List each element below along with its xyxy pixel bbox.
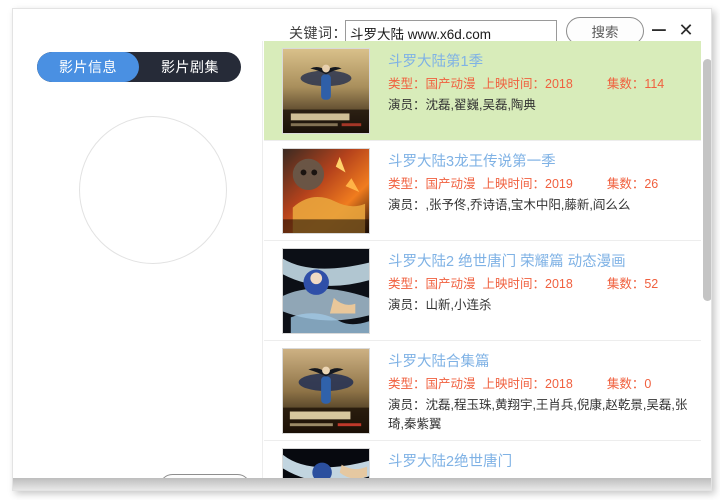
meta-release-value: 2018: [545, 277, 573, 291]
actors-label: 演员：: [388, 198, 426, 212]
meta-type-label: 类型：: [388, 77, 426, 91]
results-panel: 斗罗大陆第1季 类型：国产动漫 上映时间：2018 集数：114 演员：沈磊,翟巍,吴…: [264, 41, 711, 490]
keyword-label: 关键词：: [289, 25, 347, 41]
result-meta: 类型：国产动漫 上映时间：2018 集数：52: [388, 275, 691, 294]
actors-label: 演员：: [388, 98, 426, 112]
meta-type-label: 类型：: [388, 277, 426, 291]
meta-release-label: 上映时间：: [482, 377, 545, 391]
result-meta: 类型：国产动漫 上映时间：2018 集数：114: [388, 75, 691, 94]
result-actors: 演员：沈磊,翟巍,吴磊,陶典: [388, 96, 691, 115]
meta-episodes-label: 集数：: [606, 77, 645, 91]
minimize-icon[interactable]: −: [648, 20, 670, 42]
meta-release-label: 上映时间：: [482, 177, 545, 191]
result-row[interactable]: 斗罗大陆第1季类型：国产动漫 上映时间：2018 集数：114 演员：沈磊,翟巍,吴…: [264, 41, 701, 141]
result-actors: 演员：山新,小连杀: [388, 296, 691, 315]
vertical-scrollbar-thumb[interactable]: [703, 59, 711, 301]
tab-movie-episodes[interactable]: 影片剧集: [139, 52, 241, 82]
result-row-body: 斗罗大陆2 绝世唐门 荣耀篇 动态漫画类型：国产动漫 上映时间：2018 集数：5…: [388, 248, 691, 315]
result-meta: 类型：国产动漫 上映时间：2018 集数：0: [388, 375, 691, 394]
actors-value: 山新,小连杀: [425, 298, 492, 312]
result-title[interactable]: 斗罗大陆3龙王传说第一季: [388, 152, 691, 172]
meta-episodes-label: 集数：: [606, 177, 645, 191]
actors-label: 演员：: [388, 298, 426, 312]
application-window: 关键词： 搜索 − ✕ 影片信息 影片剧集 给朕播放: [12, 8, 712, 491]
meta-type-label: 类型：: [388, 177, 426, 191]
result-row-body: 斗罗大陆第1季类型：国产动漫 上映时间：2018 集数：114 演员：沈磊,翟巍,吴…: [388, 48, 691, 115]
meta-type-value: 国产动漫: [425, 177, 476, 191]
meta-release-label: 上映时间：: [482, 277, 545, 291]
result-title[interactable]: 斗罗大陆2 绝世唐门 荣耀篇 动态漫画: [388, 252, 691, 272]
result-row-body: 斗罗大陆2绝世唐门: [388, 448, 691, 472]
meta-type-value: 国产动漫: [425, 277, 476, 291]
actors-value: 沈磊,翟巍,吴磊,陶典: [425, 98, 536, 112]
meta-episodes-label: 集数：: [606, 377, 645, 391]
result-actors: 演员：沈磊,程玉珠,黄翔宇,王肖兵,倪康,赵乾景,吴磊,张琦,秦紫翼: [388, 396, 691, 434]
meta-type-label: 类型：: [388, 377, 426, 391]
meta-type-value: 国产动漫: [425, 77, 476, 91]
horizontal-scrollbar-track[interactable]: [13, 478, 711, 490]
result-actors: 演员：,张予佟,乔诗语,宝木中阳,藤新,阎么么: [388, 196, 691, 215]
result-row[interactable]: 斗罗大陆2 绝世唐门 荣耀篇 动态漫画类型：国产动漫 上映时间：2018 集数：5…: [264, 241, 701, 341]
poster-placeholder-circle: [79, 116, 227, 264]
meta-episodes-label: 集数：: [606, 277, 645, 291]
tab-movie-info[interactable]: 影片信息: [37, 52, 139, 82]
poster-thumbnail[interactable]: [282, 148, 370, 234]
poster-thumbnail[interactable]: [282, 348, 370, 434]
meta-episodes-value: 52: [644, 277, 659, 291]
poster-thumbnail[interactable]: [282, 48, 370, 134]
result-title[interactable]: 斗罗大陆合集篇: [388, 352, 691, 372]
meta-type-value: 国产动漫: [425, 377, 476, 391]
meta-release-value: 2018: [545, 77, 573, 91]
poster-thumbnail[interactable]: [282, 248, 370, 334]
meta-release-value: 2018: [545, 377, 573, 391]
result-row-body: 斗罗大陆合集篇类型：国产动漫 上映时间：2018 集数：0 演员：沈磊,程玉珠,黄翔…: [388, 348, 691, 434]
result-row[interactable]: 斗罗大陆合集篇类型：国产动漫 上映时间：2018 集数：0 演员：沈磊,程玉珠,黄翔…: [264, 341, 701, 441]
result-row-body: 斗罗大陆3龙王传说第一季类型：国产动漫 上映时间：2019 集数：26 演员：,张予…: [388, 148, 691, 215]
result-row[interactable]: 斗罗大陆3龙王传说第一季类型：国产动漫 上映时间：2019 集数：26 演员：,张予…: [264, 141, 701, 241]
meta-episodes-value: 0: [644, 377, 652, 391]
results-list: 斗罗大陆第1季 类型：国产动漫 上映时间：2018 集数：114 演员：沈磊,翟巍,吴…: [264, 41, 701, 490]
result-title[interactable]: 斗罗大陆第1季: [388, 52, 691, 72]
tab-bar: 影片信息 影片剧集: [37, 52, 241, 82]
actors-value: 沈磊,程玉珠,黄翔宇,王肖兵,倪康,赵乾景,吴磊,张琦,秦紫翼: [388, 398, 688, 431]
result-title[interactable]: 斗罗大陆2绝世唐门: [388, 452, 691, 472]
meta-episodes-value: 26: [644, 177, 659, 191]
actors-value: ,张予佟,乔诗语,宝木中阳,藤新,阎么么: [425, 198, 631, 212]
meta-episodes-value: 114: [644, 77, 665, 91]
meta-release-value: 2019: [545, 177, 573, 191]
result-meta: 类型：国产动漫 上映时间：2019 集数：26: [388, 175, 691, 194]
left-panel: 影片信息 影片剧集 给朕播放: [13, 41, 263, 490]
vertical-scrollbar-track[interactable]: [701, 41, 711, 490]
actors-label: 演员：: [388, 398, 426, 412]
meta-release-label: 上映时间：: [482, 77, 545, 91]
close-icon[interactable]: ✕: [675, 20, 697, 42]
